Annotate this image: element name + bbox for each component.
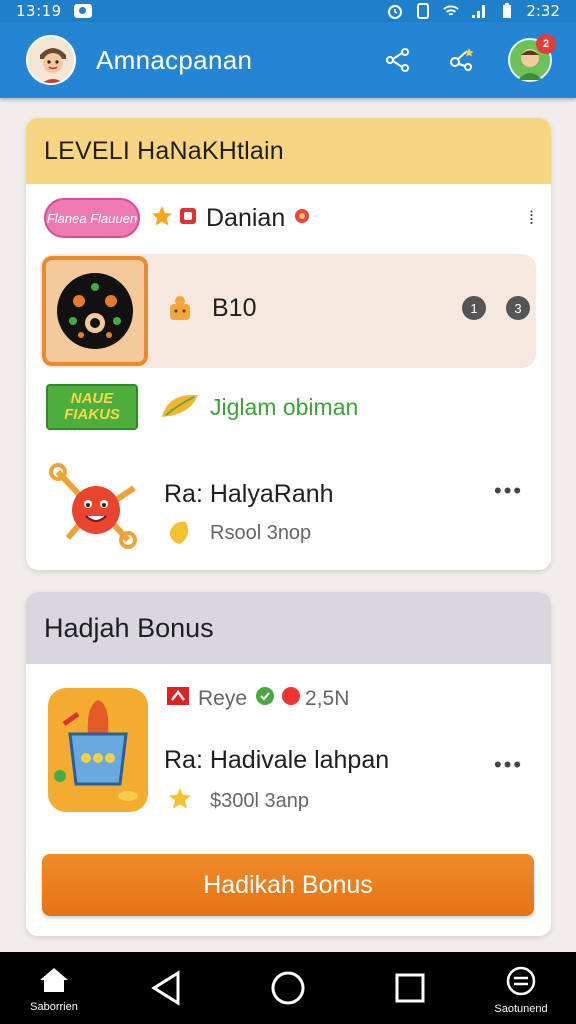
share-icon[interactable]: [380, 42, 416, 78]
level-row-title: Danian: [206, 203, 286, 232]
sim-icon: [414, 3, 432, 19]
coin-icon: [166, 518, 194, 551]
game-thumbnail[interactable]: [42, 256, 148, 366]
more-options-icon[interactable]: •••: [494, 752, 523, 778]
badge-icon: [178, 206, 198, 231]
crown-icon: [164, 292, 196, 329]
level-row-danian[interactable]: Flanea Flauuen Danian ⁞: [44, 198, 534, 238]
navigation-bar: Saborrien Saotunend: [0, 952, 576, 1024]
status-time: 13:19: [16, 2, 62, 20]
nav-home-label: Saborrien: [30, 1001, 78, 1013]
menu-circle-icon: [505, 966, 537, 1001]
app-avatar[interactable]: [26, 35, 76, 85]
status-bar: 13:19 2:32: [0, 0, 576, 22]
profile-avatar[interactable]: 2: [508, 34, 556, 82]
notification-badge: 2: [536, 34, 556, 54]
tomato-character-icon: [48, 458, 144, 559]
bonus-meta-row: Reye 2,5N: [166, 684, 349, 713]
bonus-meta-value: 2,5N: [305, 686, 350, 710]
more-options-icon[interactable]: •••: [494, 478, 523, 504]
level-row-green[interactable]: NAUE FIAKUS Jiglam obiman: [46, 384, 358, 430]
leaf-icon: [160, 389, 200, 426]
bonus-title: Ra: Hadivale lahpan: [164, 746, 390, 774]
level-row-item[interactable]: Ra: HalyaRanh Rsool 3nop •••: [48, 458, 528, 558]
back-icon[interactable]: [150, 970, 182, 1011]
level-highlight-row[interactable]: B10 1 3: [40, 254, 536, 368]
wifi-icon: [442, 3, 460, 19]
app-bar: Amnacpanan 2: [0, 22, 576, 98]
level-value: B10: [212, 294, 257, 322]
bucket-game-icon: [46, 684, 150, 821]
home-icon: [38, 966, 70, 999]
coin-icon: [166, 786, 194, 819]
count-badge-2: 3: [506, 296, 530, 320]
bonus-card: Hadjah Bonus Reye 2,5N Ra: Hadivale lahp…: [26, 592, 551, 936]
alarm-icon: [386, 3, 404, 19]
notification-icon: [73, 4, 92, 18]
signal-icon: [470, 3, 488, 19]
nav-settings-label: Saotunend: [494, 1003, 548, 1015]
ticket-icon: [166, 684, 190, 713]
level-tag: Flanea Flauuen: [44, 198, 140, 238]
green-row-text: Jiglam obiman: [210, 393, 359, 420]
link-icon[interactable]: [444, 42, 480, 78]
recents-icon[interactable]: [394, 972, 426, 1009]
item-subtitle: Rsool 3nop: [210, 522, 312, 544]
more-options-icon[interactable]: ⁞: [529, 208, 534, 229]
level-card: LEVELI HaNaKHtlain Flanea Flauuen Danian…: [26, 118, 551, 570]
flower-icon: [291, 205, 313, 232]
bonus-card-header: Hadjah Bonus: [26, 592, 551, 664]
bonus-meta-label: Reye: [198, 686, 248, 710]
check-icon: [255, 686, 275, 711]
star-icon: [150, 204, 174, 233]
nav-settings[interactable]: Saotunend: [484, 966, 558, 1015]
bonus-subtitle: $300l 3anp: [210, 790, 309, 812]
green-tag: NAUE FIAKUS: [46, 384, 138, 430]
level-card-header: LEVELI HaNaKHtlain: [26, 118, 551, 184]
item-title: Ra: HalyaRanh: [164, 480, 334, 508]
home-circle-icon[interactable]: [270, 970, 306, 1011]
app-title: Amnacpanan: [96, 44, 253, 75]
battery-icon: [498, 3, 516, 19]
status-time-right: 2:32: [526, 2, 560, 20]
count-badge-1: 1: [462, 296, 486, 320]
red-dot-icon: [281, 686, 301, 711]
claim-bonus-button[interactable]: Hadikah Bonus: [42, 854, 534, 916]
nav-home[interactable]: Saborrien: [22, 966, 86, 1013]
